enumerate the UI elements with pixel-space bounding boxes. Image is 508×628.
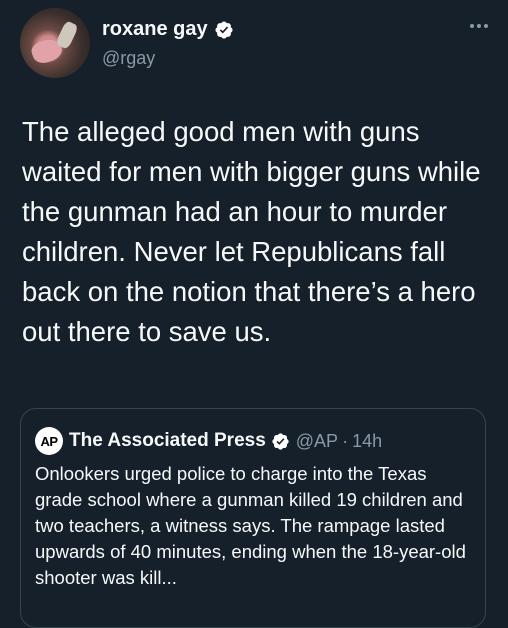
author-name-row[interactable]: roxane gay xyxy=(102,18,234,41)
quoted-tweet[interactable]: AP The Associated Press @AP · 14h Onlook… xyxy=(20,408,486,628)
verified-badge-icon xyxy=(215,20,233,39)
author-display-name[interactable]: roxane gay xyxy=(102,18,208,41)
quoted-author-name: The Associated Press xyxy=(69,430,266,451)
quoted-tweet-header: AP The Associated Press @AP · 14h xyxy=(35,427,382,455)
tweet-text: The alleged good men with guns waited fo… xyxy=(22,116,481,347)
quoted-tweet-text: Onlookers urged police to charge into th… xyxy=(35,463,466,588)
separator-dot: · xyxy=(342,430,349,451)
quoted-author-handle: @AP xyxy=(295,430,339,451)
avatar[interactable] xyxy=(20,8,90,78)
quoted-timestamp: 14h xyxy=(352,430,383,451)
more-horizontal-icon[interactable] xyxy=(470,24,488,28)
verified-badge-icon xyxy=(272,432,289,450)
author-handle[interactable]: @rgay xyxy=(102,48,155,69)
ap-logo-avatar: AP xyxy=(35,427,63,455)
